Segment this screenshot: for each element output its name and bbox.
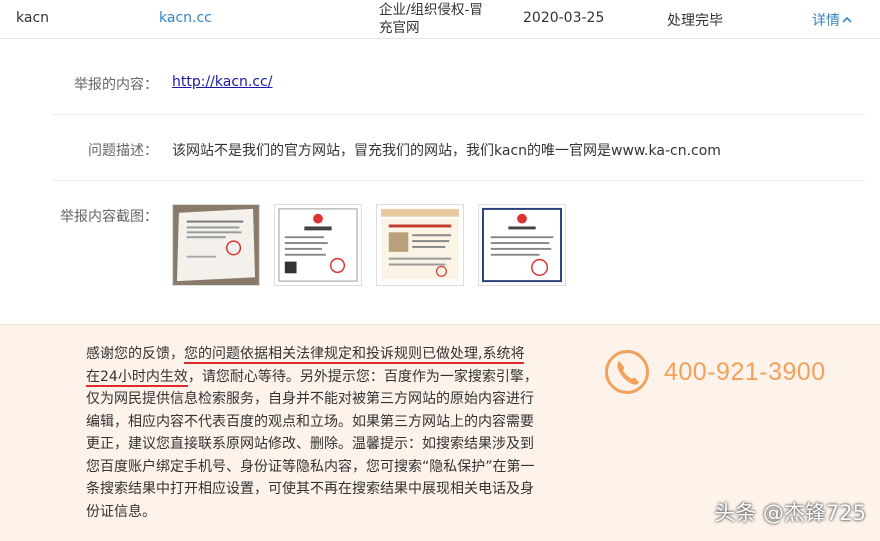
chevron-up-icon [842, 16, 852, 23]
screenshot-thumbnail[interactable] [478, 204, 566, 286]
notice-text: 感谢您的反馈，您的问题依据相关法律规定和投诉规则已做处理,系统将在24小时内生效… [86, 343, 538, 523]
hotline-number[interactable]: 400-921-3900 [664, 358, 826, 387]
notice-text-part2: ，请您耐心等待。另外提示您：百度作为一家搜索引擎，仅为网民提供信息检索服务，自身… [86, 368, 538, 520]
content-value: http://kacn.cc/ [172, 74, 272, 90]
report-date: 2020-03-25 [523, 10, 605, 26]
screenshot-thumbnail[interactable] [172, 204, 260, 286]
reported-content-link[interactable]: http://kacn.cc/ [172, 74, 272, 90]
notice-text-part1: 感谢您的反馈， [86, 346, 184, 362]
desc-value: 该网站不是我们的官方网站，冒充我们的网站，我们kacn的唯一官网是www.ka-… [172, 143, 721, 159]
report-type: 企业/组织侵权-冒 充官网 [379, 1, 499, 37]
screenshot-thumbnail[interactable] [376, 204, 464, 286]
desc-label: 问题描述： [88, 143, 158, 159]
report-status: 处理完毕 [667, 13, 723, 29]
report-url-link[interactable]: kacn.cc [159, 10, 212, 26]
report-type-line2: 充官网 [379, 20, 420, 36]
divider [52, 114, 865, 115]
notice-highlight-2: 在24小时内生效 [86, 368, 188, 387]
hotline: 400-921-3900 [604, 349, 826, 395]
notice-panel: 感谢您的反馈，您的问题依据相关法律规定和投诉规则已做处理,系统将在24小时内生效… [0, 324, 880, 541]
report-row: kacn kacn.cc 企业/组织侵权-冒 充官网 2020-03-25 处理… [0, 0, 880, 39]
report-type-line1: 企业/组织侵权-冒 [379, 2, 483, 18]
screenshot-thumbnail[interactable] [274, 204, 362, 286]
detail-toggle-button[interactable]: 详情 [812, 10, 852, 30]
divider [52, 180, 865, 181]
watermark: 头条 @杰锋725 [714, 501, 866, 525]
notice-highlight-1: 您的问题依据相关法律规定和投诉规则已做处理,系统将 [184, 346, 525, 364]
phone-icon [605, 350, 649, 394]
screenshot-thumbnails [172, 204, 566, 286]
content-label: 举报的内容： [74, 77, 158, 93]
report-name: kacn [16, 10, 50, 26]
screenshot-label: 举报内容截图： [60, 209, 158, 225]
detail-toggle-label: 详情 [812, 13, 840, 29]
